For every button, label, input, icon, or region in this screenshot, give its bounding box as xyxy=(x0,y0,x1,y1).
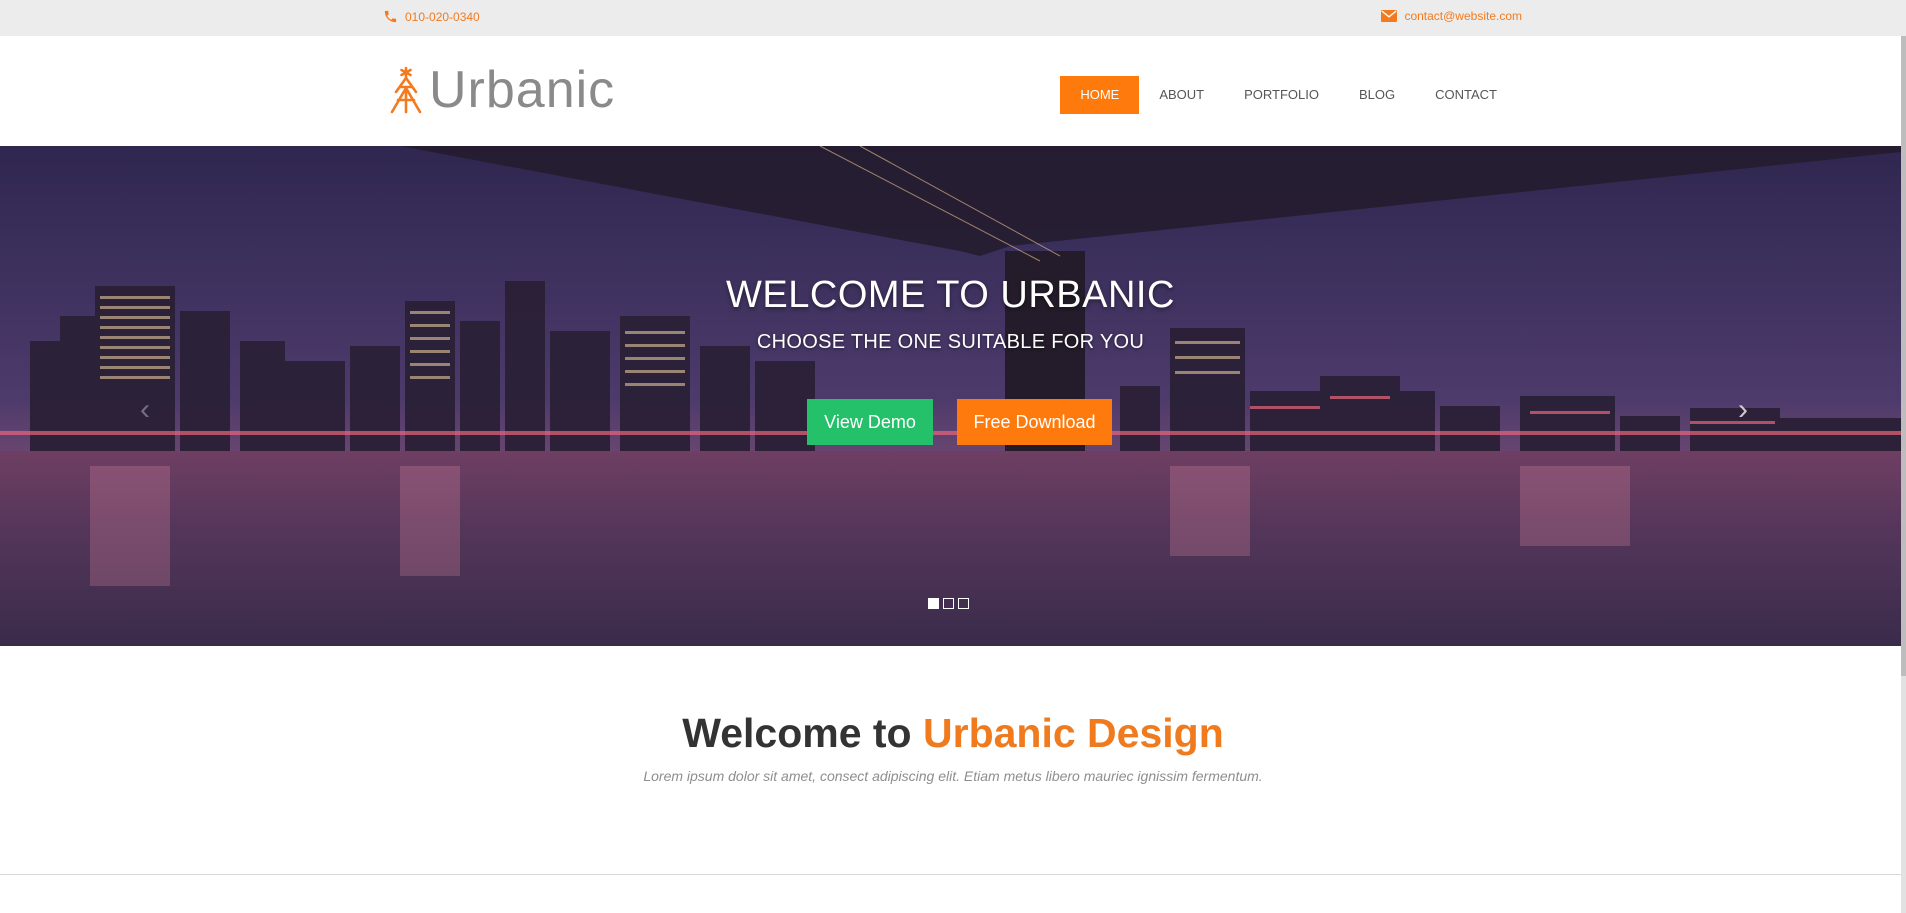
scrollbar-thumb[interactable] xyxy=(1901,36,1906,676)
hero-title: WELCOME TO URBANIC xyxy=(726,274,1175,316)
nav-item-home[interactable]: HOME xyxy=(1060,76,1140,114)
nav-item-portfolio[interactable]: PORTFOLIO xyxy=(1224,76,1339,114)
next-slide-icon[interactable]: › xyxy=(1738,395,1762,425)
top-contact-bar: 010-020-0340 contact@website.com xyxy=(0,0,1906,36)
logo-text: Urbanic xyxy=(429,61,616,119)
envelope-icon xyxy=(1381,10,1398,22)
email-contact[interactable]: contact@website.com xyxy=(1381,9,1522,23)
main-nav: HOME ABOUT PORTFOLIO BLOG CONTACT xyxy=(1060,76,1517,114)
site-logo[interactable]: Urbanic xyxy=(387,64,615,116)
phone-icon xyxy=(384,10,397,23)
welcome-heading: Welcome to Urbanic Design xyxy=(0,710,1906,757)
site-header: Urbanic HOME ABOUT PORTFOLIO BLOG CONTAC… xyxy=(0,36,1901,146)
slide-dot-1[interactable] xyxy=(928,598,939,609)
free-download-button[interactable]: Free Download xyxy=(957,399,1112,445)
welcome-heading-accent: Urbanic Design xyxy=(923,710,1224,756)
slide-dot-2[interactable] xyxy=(943,598,954,609)
slider-pagination xyxy=(928,598,969,609)
section-divider xyxy=(0,874,1901,875)
nav-item-about[interactable]: ABOUT xyxy=(1139,76,1224,114)
tree-logo-icon xyxy=(390,66,422,114)
welcome-tagline: Lorem ipsum dolor sit amet, consect adip… xyxy=(643,768,1263,784)
hero-background-image xyxy=(0,146,1901,646)
slide-dot-3[interactable] xyxy=(958,598,969,609)
nav-item-contact[interactable]: CONTACT xyxy=(1415,76,1517,114)
nav-item-blog[interactable]: BLOG xyxy=(1339,76,1415,114)
email-address: contact@website.com xyxy=(1404,9,1522,23)
view-demo-button[interactable]: View Demo xyxy=(807,399,933,445)
prev-slide-icon[interactable]: ‹ xyxy=(140,395,164,425)
hero-subtitle: CHOOSE THE ONE SUITABLE FOR YOU xyxy=(756,331,1145,353)
hero-slider: WELCOME TO URBANIC CHOOSE THE ONE SUITAB… xyxy=(0,146,1901,646)
phone-contact[interactable]: 010-020-0340 xyxy=(383,9,480,24)
welcome-heading-plain: Welcome to xyxy=(682,710,923,756)
phone-number: 010-020-0340 xyxy=(405,9,480,24)
